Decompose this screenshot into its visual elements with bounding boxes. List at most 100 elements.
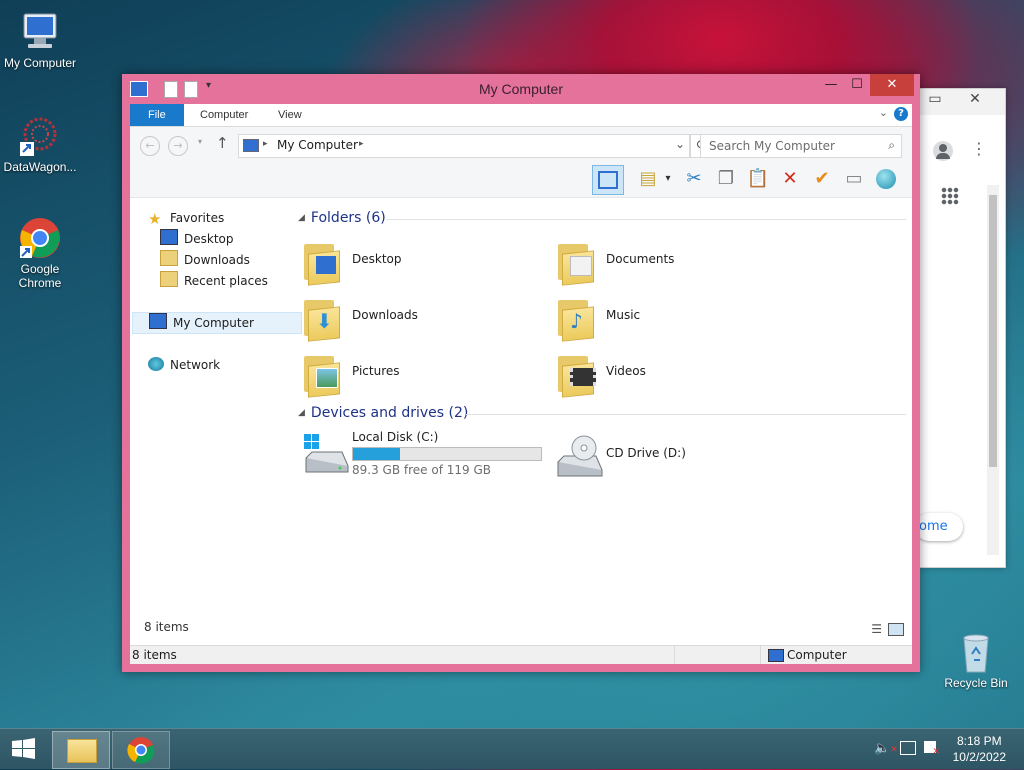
explorer-window[interactable]: ▾ My Computer — ☐ ✕ File Computer View ⌄…	[122, 74, 920, 672]
drive-cd-d[interactable]: CD Drive (D:)	[546, 430, 786, 482]
group-divider	[386, 219, 906, 220]
details-view-icon[interactable]: ☰	[871, 622, 882, 636]
system-clock[interactable]: 8:18 PM 10/2/2022	[953, 733, 1006, 765]
ribbon-collapse-icon[interactable]: ⌄	[879, 106, 888, 119]
preview-pane-icon[interactable]	[592, 165, 624, 195]
account-icon[interactable]	[933, 141, 953, 161]
folder-videos[interactable]: Videos	[546, 348, 786, 400]
search-input[interactable]: Search My Computer ⌕	[700, 134, 902, 158]
menu-dots-icon[interactable]: ⋮	[971, 139, 987, 158]
nav-favorites[interactable]: ★ Favorites	[148, 208, 224, 228]
windows-logo-icon	[12, 738, 35, 759]
window-titlebar[interactable]: ▾ My Computer — ☐ ✕	[122, 74, 920, 104]
nav-my-computer[interactable]: My Computer	[132, 312, 302, 334]
background-window-titlebar[interactable]: ▭ ✕	[919, 89, 1005, 115]
delete-icon[interactable]: ✕	[778, 167, 802, 191]
datawagon-icon	[18, 114, 62, 158]
nav-recent-places[interactable]: Recent places	[160, 271, 268, 291]
network-globe-icon[interactable]	[874, 167, 898, 191]
back-icon[interactable]: ←	[140, 136, 160, 156]
download-arrow-icon: ⬇	[316, 309, 333, 333]
recent-dropdown-icon[interactable]: ▾	[198, 137, 202, 146]
apps-grid-icon[interactable]	[941, 187, 959, 205]
copy-icon[interactable]: ❐	[714, 167, 738, 191]
volume-muted-icon[interactable]: 🔈✕	[874, 741, 898, 756]
network-status-icon[interactable]	[900, 741, 916, 755]
start-button[interactable]	[0, 731, 48, 767]
folder-icon	[556, 350, 596, 398]
clock-date: 10/2/2022	[952, 750, 1006, 764]
drives-group-header[interactable]: ◢ Devices and drives (2)	[298, 405, 468, 421]
cut-icon[interactable]: ✂	[682, 167, 706, 191]
close-button[interactable]: ✕	[870, 74, 914, 96]
large-icons-view-icon[interactable]	[888, 623, 904, 636]
nav-desktop[interactable]: Desktop	[160, 229, 234, 249]
properties-dropdown-icon[interactable]: ▾	[656, 167, 680, 191]
breadcrumb-my-computer[interactable]: My Computer	[277, 138, 358, 152]
paste-icon[interactable]: 📋	[746, 167, 770, 191]
select-icon[interactable]: ▭	[842, 167, 866, 191]
nav-downloads[interactable]: Downloads	[160, 250, 250, 270]
folders-group-header[interactable]: ◢ Folders (6)	[298, 210, 386, 226]
file-explorer-icon	[67, 739, 97, 763]
partial-pill-text: ome	[919, 519, 948, 534]
recent-places-icon	[160, 271, 178, 287]
computer-icon	[18, 10, 62, 54]
address-dropdown-icon[interactable]: ⌄	[675, 137, 685, 151]
minimize-icon[interactable]: ▭	[921, 91, 949, 111]
search-icon[interactable]: ⌕	[888, 138, 895, 153]
desktop-icon-datawagon[interactable]: DataWagon...	[0, 114, 80, 174]
address-bar[interactable]: ▸ My Computer ▸ ⌄	[238, 134, 690, 158]
window-title: My Computer	[478, 81, 564, 97]
network-icon	[148, 357, 164, 371]
desktop-icon-google-chrome[interactable]: Google Chrome	[0, 216, 80, 290]
folder-icon	[302, 350, 342, 398]
folder-label: Music	[606, 308, 641, 322]
scrollbar[interactable]	[987, 185, 999, 555]
forward-icon[interactable]: →	[168, 136, 188, 156]
drive-free-space: 89.3 GB free of 119 GB	[352, 463, 491, 477]
folder-documents[interactable]: Documents	[546, 236, 786, 288]
tab-view[interactable]: View	[264, 104, 316, 126]
desktop-icon-my-computer[interactable]: My Computer	[0, 10, 80, 70]
help-icon[interactable]: ?	[894, 107, 908, 121]
folder-music[interactable]: ♪ Music	[546, 292, 786, 344]
close-icon[interactable]: ✕	[955, 91, 995, 111]
taskbar-file-explorer[interactable]	[52, 731, 110, 769]
action-center-icon[interactable]: ✕	[924, 741, 940, 757]
desktop-icon-recycle-bin[interactable]: Recycle Bin	[936, 630, 1016, 690]
computer-icon	[243, 139, 259, 152]
downloads-folder-icon	[160, 250, 178, 266]
folder-desktop[interactable]: Desktop	[292, 236, 532, 288]
nav-label: Downloads	[184, 253, 250, 267]
folder-pictures[interactable]: Pictures	[292, 348, 532, 400]
navigation-pane: ★ Favorites Desktop Downloads Recent plac…	[130, 198, 302, 628]
collapse-triangle-icon[interactable]: ◢	[298, 408, 305, 418]
rename-icon[interactable]: ✔	[810, 167, 834, 191]
folder-downloads[interactable]: ⬇ Downloads	[292, 292, 532, 344]
tab-file[interactable]: File	[130, 104, 184, 126]
folder-icon	[302, 238, 342, 286]
desktop-icon-label: Google Chrome	[18, 262, 62, 290]
nav-network[interactable]: Network	[148, 355, 220, 375]
nav-label: Desktop	[184, 232, 234, 246]
group-divider	[466, 414, 906, 415]
taskbar-chrome[interactable]	[112, 731, 170, 769]
items-count: 8 items	[144, 620, 189, 634]
taskbar: 🔈✕ ✕ 8:18 PM 10/2/2022	[0, 728, 1024, 769]
recycle-bin-icon	[954, 630, 998, 674]
up-icon[interactable]: ↑	[216, 134, 229, 152]
background-browser-window[interactable]: ▭ ✕ ⋮ ome	[915, 88, 1006, 568]
status-location: Computer	[787, 648, 847, 662]
folder-icon: ♪	[556, 294, 596, 342]
drive-local-disk-c[interactable]: Local Disk (C:) 89.3 GB free of 119 GB	[292, 430, 542, 482]
breadcrumb-separator-icon[interactable]: ▸	[359, 139, 364, 149]
tab-computer[interactable]: Computer	[186, 104, 262, 126]
maximize-button[interactable]: ☐	[842, 74, 872, 96]
drive-label: CD Drive (D:)	[606, 446, 686, 460]
content-pane: ◢ Folders (6) Desktop Documents ⬇ Downloa…	[290, 198, 912, 628]
partial-pill-button[interactable]: ome	[915, 513, 963, 541]
collapse-triangle-icon[interactable]: ◢	[298, 213, 305, 223]
breadcrumb-separator-icon[interactable]: ▸	[263, 139, 268, 149]
desktop-icon	[160, 229, 178, 245]
